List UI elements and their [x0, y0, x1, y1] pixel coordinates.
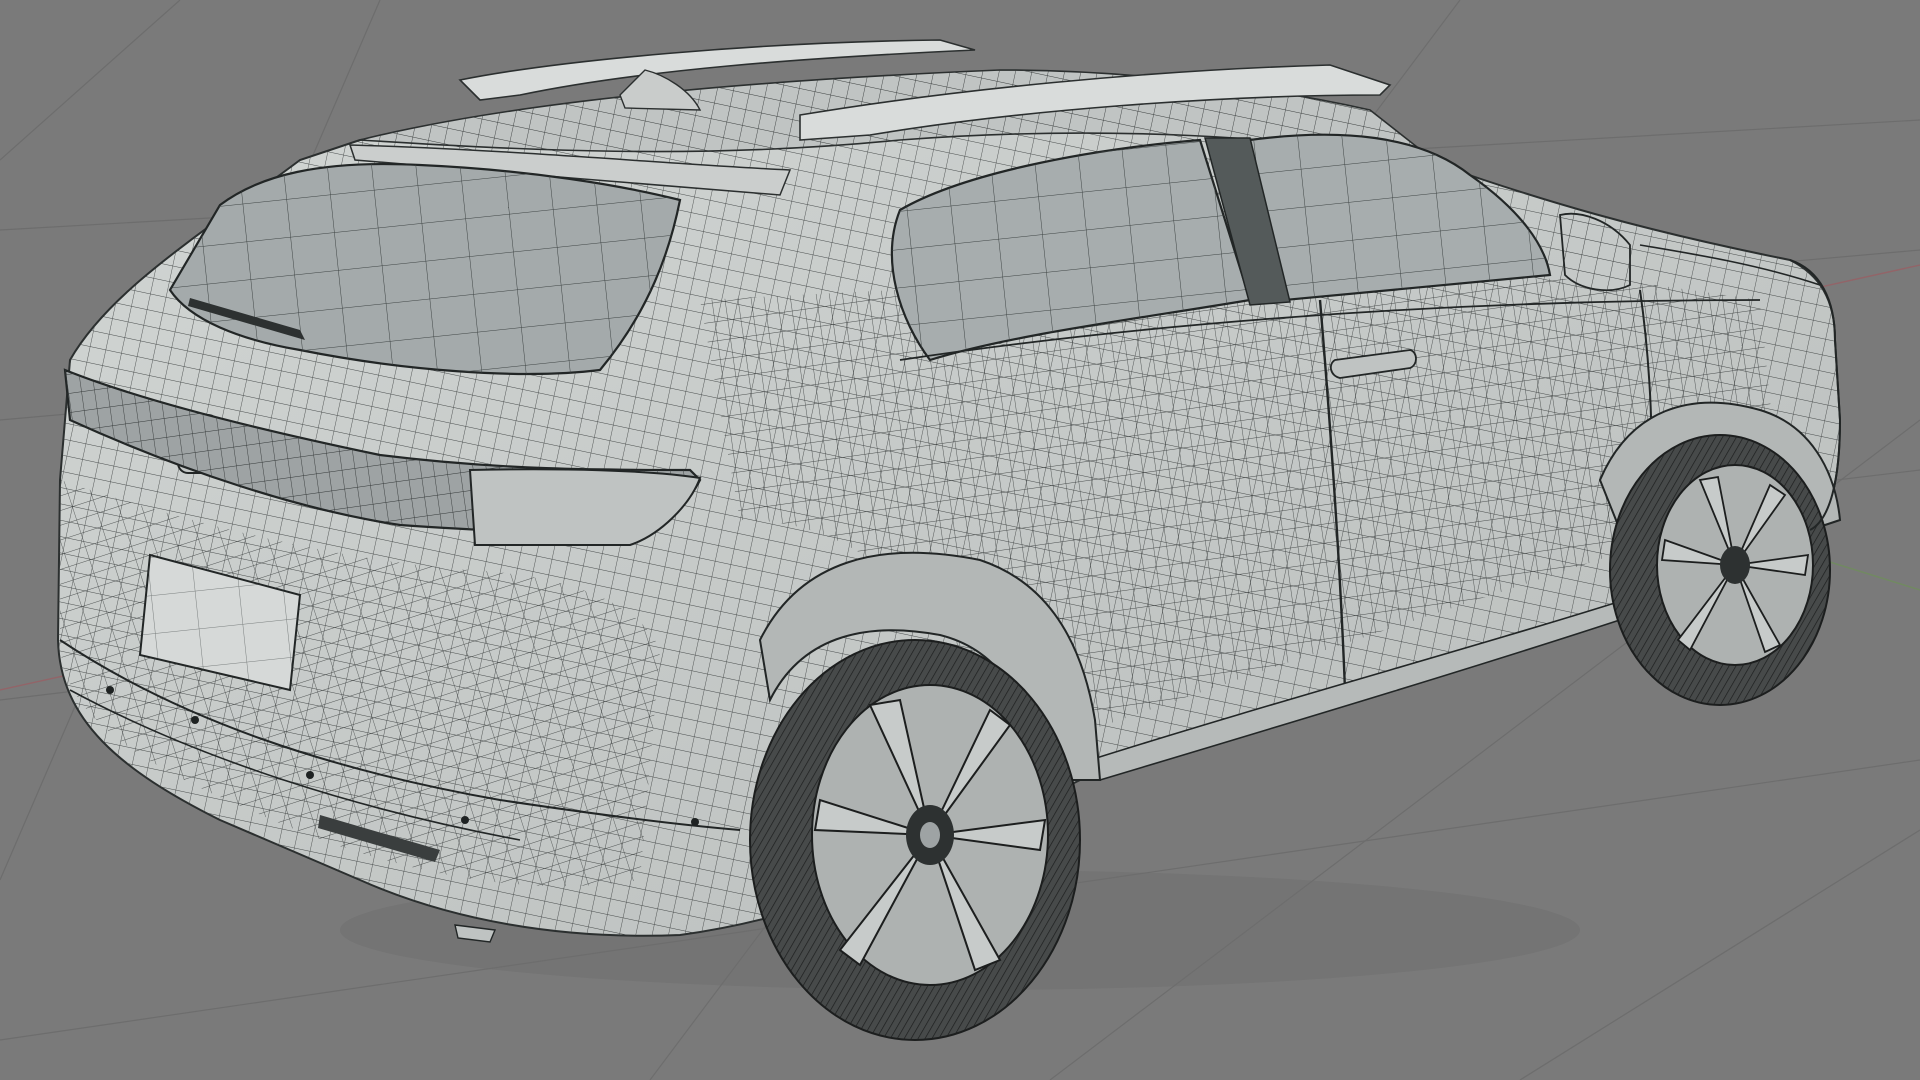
suv-model[interactable]	[56, 39, 1842, 1041]
viewport-canvas[interactable]	[0, 0, 1920, 1080]
front-wheel[interactable]	[1609, 434, 1831, 706]
rear-wheel[interactable]	[749, 639, 1081, 1041]
3d-viewport[interactable]	[0, 0, 1920, 1080]
